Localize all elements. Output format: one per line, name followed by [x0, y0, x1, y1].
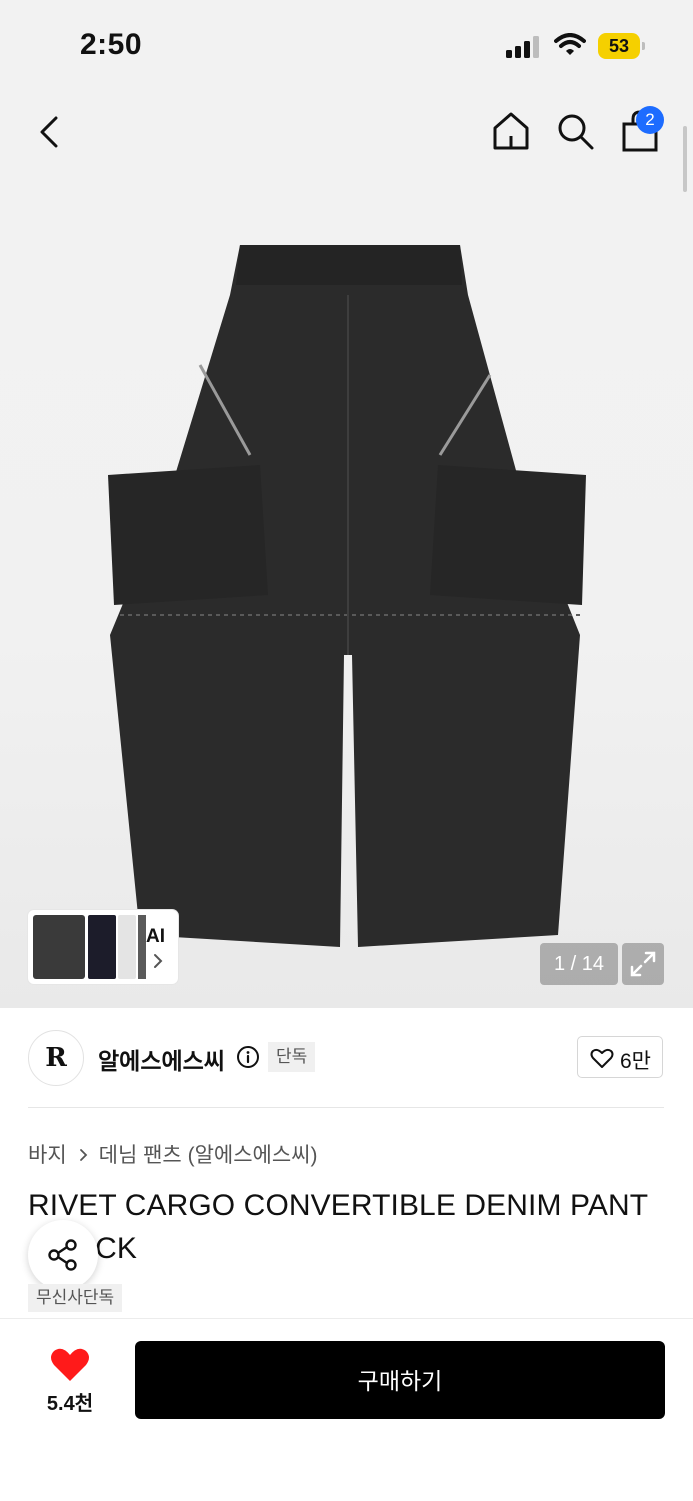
breadcrumb-category[interactable]: 바지	[28, 1144, 67, 1167]
status-bar: 2:50 53	[0, 0, 693, 90]
home-icon[interactable]	[490, 110, 532, 152]
battery-cap	[642, 42, 645, 50]
product-like-count: 5.4천	[46, 1393, 94, 1415]
scrollbar-thumb[interactable]	[683, 126, 687, 192]
ai-label: AI	[146, 926, 165, 947]
breadcrumb: 바지 데님 팬츠 (알에스에스씨)	[28, 1139, 318, 1169]
search-icon[interactable]	[554, 110, 596, 152]
ai-thumbnail	[118, 915, 136, 979]
ai-recommendation-card[interactable]: AI	[28, 910, 178, 984]
breadcrumb-subcategory[interactable]: 데님 팬츠 (알에스에스씨)	[99, 1144, 318, 1167]
wifi-icon	[554, 33, 586, 55]
bottom-action-bar: 5.4천 구매하기	[0, 1318, 693, 1501]
back-icon[interactable]	[32, 112, 68, 152]
expand-button[interactable]	[622, 943, 664, 985]
expand-icon	[630, 951, 656, 977]
product-gallery[interactable]: 2 AI 1 / 14	[0, 90, 693, 1008]
cart-count-badge: 2	[636, 106, 664, 134]
cellular-signal-icon	[506, 36, 539, 58]
ai-thumbnail	[88, 915, 116, 979]
chevron-right-icon	[154, 954, 163, 968]
ai-thumbnail	[138, 915, 146, 979]
product-title: RIVET CARGO CONVERTIBLE DENIM PANT (BLAC…	[28, 1189, 648, 1265]
brand-like-count: 6만	[620, 1050, 651, 1073]
status-time: 2:50	[80, 28, 143, 61]
info-icon[interactable]	[236, 1045, 260, 1069]
brand-logo[interactable]: R	[28, 1030, 84, 1086]
share-button[interactable]	[28, 1220, 98, 1290]
heart-filled-icon[interactable]	[50, 1347, 90, 1383]
buy-button[interactable]: 구매하기	[135, 1341, 665, 1419]
heart-outline-icon	[590, 1048, 614, 1068]
divider	[28, 1107, 664, 1108]
battery-indicator: 53	[598, 33, 646, 59]
ai-thumbnail	[33, 915, 85, 979]
exclusive-badge: 무신사단독	[28, 1284, 123, 1312]
chevron-right-icon	[79, 1149, 87, 1161]
product-image	[108, 245, 586, 947]
image-counter: 1 / 14	[540, 943, 618, 985]
brand-like-button[interactable]: 6만	[577, 1036, 663, 1078]
battery-level: 53	[608, 36, 630, 56]
share-icon	[48, 1239, 77, 1271]
brand-exclusive-badge: 단독	[268, 1042, 316, 1072]
brand-name[interactable]: 알에스에스씨	[98, 1042, 225, 1076]
